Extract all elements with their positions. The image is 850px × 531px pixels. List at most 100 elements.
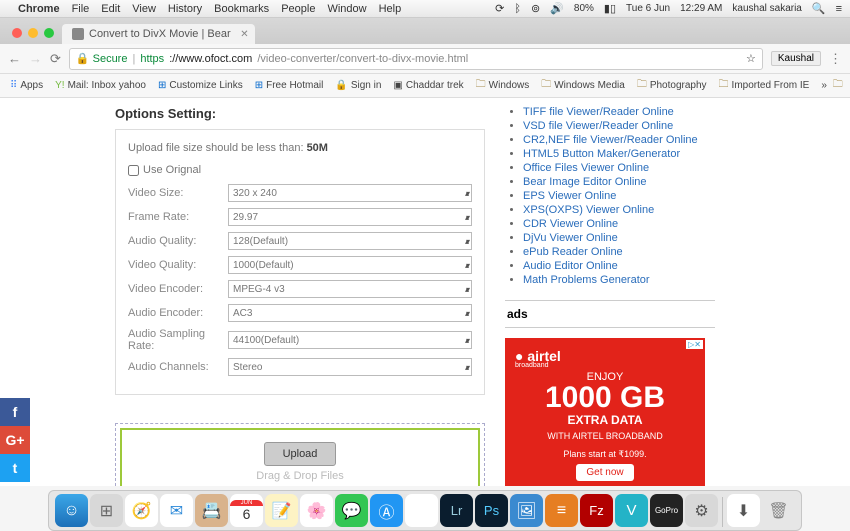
upload-area[interactable]: Upload Drag & Drop Files bbox=[115, 423, 485, 486]
dock-preview[interactable]: 🖼 bbox=[510, 494, 543, 527]
dock-lightroom[interactable]: Lr bbox=[440, 494, 473, 527]
dock-notes[interactable]: 📝 bbox=[265, 494, 298, 527]
folder-icon: 🗀 bbox=[476, 77, 486, 94]
profile-button[interactable]: Kaushal bbox=[771, 51, 821, 66]
dock-photos[interactable]: 🌸 bbox=[300, 494, 333, 527]
option-label: Video Encoder: bbox=[128, 283, 228, 295]
sidebar-link[interactable]: CDR Viewer Online bbox=[523, 218, 618, 230]
wifi-icon[interactable]: ⊚ bbox=[531, 2, 540, 15]
adchoices-icon[interactable]: ▷✕ bbox=[686, 340, 703, 349]
dock-gopro[interactable]: GoPro bbox=[650, 494, 683, 527]
close-tab-icon[interactable]: ✕ bbox=[240, 29, 248, 40]
sidebar-link[interactable]: XPS(OXPS) Viewer Online bbox=[523, 204, 654, 216]
sidebar-link[interactable]: EPS Viewer Online bbox=[523, 190, 616, 202]
bookmark-overflow[interactable]: » 🗀 Other Bookmarks bbox=[821, 77, 850, 94]
dock-downloads[interactable]: ⬇ bbox=[727, 494, 760, 527]
sync-icon[interactable]: ⟳ bbox=[495, 2, 504, 15]
dock-trash[interactable]: 🗑 bbox=[762, 494, 795, 527]
minimize-window[interactable] bbox=[28, 28, 38, 38]
option-select[interactable]: Stereo▴▾ bbox=[228, 358, 472, 376]
menu-bookmarks[interactable]: Bookmarks bbox=[214, 3, 269, 15]
facebook-share[interactable]: f bbox=[0, 398, 30, 426]
use-original-checkbox[interactable]: Use Orignal bbox=[128, 164, 472, 176]
sidebar-link[interactable]: TIFF file Viewer/Reader Online bbox=[523, 106, 674, 118]
dock-filezilla[interactable]: Fz bbox=[580, 494, 613, 527]
menu-icon[interactable]: ⋮ bbox=[829, 51, 842, 67]
sidebar-link[interactable]: Math Problems Generator bbox=[523, 274, 650, 286]
dock-settings[interactable]: ⚙ bbox=[685, 494, 718, 527]
dock-calendar[interactable]: JUN6 bbox=[230, 494, 263, 527]
back-button[interactable]: ← bbox=[8, 51, 21, 66]
bookmark-item[interactable]: 🗀Photography bbox=[637, 77, 707, 94]
option-select[interactable]: 128(Default)▴▾ bbox=[228, 232, 472, 250]
reload-button[interactable]: ⟳ bbox=[50, 51, 61, 67]
bookmark-item[interactable]: Y!Mail: Inbox yahoo bbox=[55, 80, 146, 91]
option-select[interactable]: AC3▴▾ bbox=[228, 304, 472, 322]
app-name[interactable]: Chrome bbox=[18, 3, 60, 15]
upload-button[interactable]: Upload bbox=[264, 442, 337, 466]
menu-help[interactable]: Help bbox=[379, 3, 402, 15]
dock-photoshop[interactable]: Ps bbox=[475, 494, 508, 527]
maximize-window[interactable] bbox=[44, 28, 54, 38]
dock-chrome[interactable]: ◉ bbox=[405, 494, 438, 527]
sidebar-link[interactable]: Audio Editor Online bbox=[523, 260, 618, 272]
bookmark-item[interactable]: ▣Chaddar trek bbox=[393, 80, 463, 91]
menubar-user[interactable]: kaushal sakaria bbox=[732, 3, 801, 14]
star-icon[interactable]: ☆ bbox=[746, 52, 756, 65]
dock-app-v[interactable]: V bbox=[615, 494, 648, 527]
sidebar-link[interactable]: DjVu Viewer Online bbox=[523, 232, 618, 244]
battery-icon[interactable]: ▮▯ bbox=[604, 2, 616, 15]
sidebar-link[interactable]: ePub Reader Online bbox=[523, 246, 623, 258]
bluetooth-icon[interactable]: ᛒ bbox=[514, 3, 521, 15]
apps-button[interactable]: ⠿Apps bbox=[10, 80, 43, 91]
dock-safari[interactable]: 🧭 bbox=[125, 494, 158, 527]
option-select[interactable]: 320 x 240▴▾ bbox=[228, 184, 472, 202]
sidebar-link[interactable]: HTML5 Button Maker/Generator bbox=[523, 148, 680, 160]
hamburger-icon[interactable]: ≡ bbox=[836, 3, 842, 15]
twitter-share[interactable]: t bbox=[0, 454, 30, 482]
dock-contacts[interactable]: 📇 bbox=[195, 494, 228, 527]
checkbox-input[interactable] bbox=[128, 165, 139, 176]
bookmark-item[interactable]: 🗀Windows bbox=[476, 77, 530, 94]
menu-file[interactable]: File bbox=[72, 3, 90, 15]
bookmark-item[interactable]: ⊞Free Hotmail bbox=[255, 80, 324, 91]
bookmark-item[interactable]: ⊞Customize Links bbox=[158, 80, 243, 91]
address-bar[interactable]: 🔒Secure | https://www.ofoct.com/video-co… bbox=[69, 48, 763, 70]
bookmark-item[interactable]: 🔒Sign in bbox=[335, 80, 381, 91]
dock-launchpad[interactable]: ⊞ bbox=[90, 494, 123, 527]
browser-tab[interactable]: Convert to DivX Movie | Bear ✕ bbox=[62, 24, 255, 44]
menu-edit[interactable]: Edit bbox=[101, 3, 120, 15]
option-select[interactable]: 1000(Default)▴▾ bbox=[228, 256, 472, 274]
dropdown-icon: ▴▾ bbox=[465, 213, 467, 222]
menubar-date[interactable]: Tue 6 Jun bbox=[626, 3, 670, 14]
option-select[interactable]: 44100(Default)▴▾ bbox=[228, 331, 472, 349]
option-select[interactable]: MPEG-4 v3▴▾ bbox=[228, 280, 472, 298]
secure-badge[interactable]: 🔒Secure bbox=[76, 52, 128, 65]
menu-people[interactable]: People bbox=[281, 3, 315, 15]
sidebar-link[interactable]: Office Files Viewer Online bbox=[523, 162, 649, 174]
url-path: /video-converter/convert-to-divx-movie.h… bbox=[257, 53, 468, 65]
bookmark-item[interactable]: 🗀Imported From IE bbox=[719, 77, 810, 94]
apps-icon: ⠿ bbox=[10, 80, 17, 91]
dock-mail[interactable]: ✉ bbox=[160, 494, 193, 527]
option-select[interactable]: 29.97▴▾ bbox=[228, 208, 472, 226]
menu-window[interactable]: Window bbox=[327, 3, 366, 15]
sidebar-link[interactable]: CR2,NEF file Viewer/Reader Online bbox=[523, 134, 698, 146]
volume-icon[interactable]: 🔊 bbox=[550, 2, 564, 15]
spotlight-icon[interactable]: 🔍 bbox=[812, 2, 826, 15]
forward-button[interactable]: → bbox=[29, 51, 42, 66]
bookmark-item[interactable]: 🗀Windows Media bbox=[541, 77, 625, 94]
sidebar-link[interactable]: Bear Image Editor Online bbox=[523, 176, 647, 188]
googleplus-share[interactable]: G+ bbox=[0, 426, 30, 454]
close-window[interactable] bbox=[12, 28, 22, 38]
menubar-time[interactable]: 12:29 AM bbox=[680, 3, 722, 14]
dock-app-orange[interactable]: ≡ bbox=[545, 494, 578, 527]
dock-finder[interactable]: ☺ bbox=[55, 494, 88, 527]
ad-banner[interactable]: ▷✕ ● airtel broadband ENJOY 1000 GB EXTR… bbox=[505, 338, 705, 486]
dock-messages[interactable]: 💬 bbox=[335, 494, 368, 527]
menu-view[interactable]: View bbox=[132, 3, 156, 15]
dock-appstore[interactable]: Ⓐ bbox=[370, 494, 403, 527]
ad-cta-button[interactable]: Get now bbox=[576, 464, 633, 481]
sidebar-link[interactable]: VSD file Viewer/Reader Online bbox=[523, 120, 673, 132]
menu-history[interactable]: History bbox=[168, 3, 202, 15]
